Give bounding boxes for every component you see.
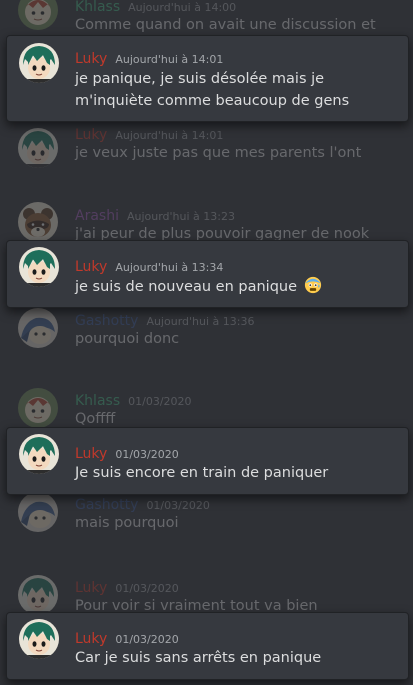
avatar-gashotty[interactable] bbox=[18, 308, 58, 348]
author-name[interactable]: Gashotty bbox=[75, 497, 138, 513]
message-text: je veux juste pas que mes parents l'ont bbox=[75, 145, 362, 161]
highlighted-message-luky-0103-a: Luky 01/03/2020 Je suis encore en train d… bbox=[6, 427, 409, 495]
highlighted-message-luky-1401: Luky Aujourd'hui à 14:01 je panique, je s… bbox=[6, 35, 409, 122]
message-header: Luky 01/03/2020 bbox=[75, 628, 179, 647]
author-name[interactable]: Gashotty bbox=[75, 313, 138, 329]
avatar-luky[interactable] bbox=[18, 128, 58, 168]
message-text: je suis de nouveau en panique bbox=[75, 276, 395, 298]
message-header: Khlass 01/03/2020 bbox=[75, 390, 192, 409]
author-name[interactable]: Khlass bbox=[75, 0, 120, 15]
anxious-face-emoji-icon bbox=[304, 276, 322, 294]
message-header: Luky Aujourd'hui à 13:34 bbox=[75, 256, 223, 275]
message-khlass-0103: Khlass 01/03/2020 Qoffff bbox=[0, 385, 413, 430]
author-name[interactable]: Khlass bbox=[75, 393, 120, 409]
highlighted-message-luky-0103-c: Luky 01/03/2020 Car je suis sans arrêts e… bbox=[6, 612, 409, 680]
timestamp: Aujourd'hui à 13:34 bbox=[115, 261, 224, 274]
avatar-khlass[interactable] bbox=[18, 0, 58, 30]
avatar-arashi[interactable] bbox=[18, 202, 58, 242]
message-header: Khlass Aujourd'hui à 14:00 bbox=[75, 0, 236, 15]
message-text: je panique, je suis désolée mais je m'in… bbox=[75, 68, 395, 112]
timestamp: 01/03/2020 bbox=[115, 448, 179, 461]
message-khlass-1400: Khlass Aujourd'hui à 14:00 Comme quand on… bbox=[0, 0, 413, 38]
timestamp: Aujourd'hui à 13:23 bbox=[126, 210, 235, 223]
author-name[interactable]: Luky bbox=[75, 127, 107, 143]
avatar-luky[interactable] bbox=[18, 575, 58, 615]
avatar-luky[interactable] bbox=[19, 43, 59, 83]
timestamp: 01/03/2020 bbox=[115, 633, 179, 646]
timestamp: 01/03/2020 bbox=[115, 582, 179, 595]
author-name[interactable]: Luky bbox=[75, 580, 107, 596]
message-luky-0103-b: Luky 01/03/2020 Pour voir si vraiment tou… bbox=[0, 572, 413, 617]
message-text: Comme quand on avait une discussion et bbox=[75, 17, 376, 33]
message-line: je panique, je suis désolée mais je bbox=[75, 71, 325, 87]
message-gashotty-0103: Gashotty 01/03/2020 mais pourquoi bbox=[0, 490, 413, 540]
avatar-gashotty[interactable] bbox=[18, 492, 58, 532]
timestamp: Aujourd'hui à 14:01 bbox=[115, 129, 224, 142]
author-name[interactable]: Luky bbox=[75, 51, 107, 67]
message-header: Arashi Aujourd'hui à 13:23 bbox=[75, 205, 235, 224]
message-text: pourquoi donc bbox=[75, 331, 180, 347]
highlighted-message-luky-1334: Luky Aujourd'hui à 13:34 je suis de nouve… bbox=[6, 240, 409, 308]
message-header: Luky 01/03/2020 bbox=[75, 443, 179, 462]
message-text: Car je suis sans arrêts en panique bbox=[75, 650, 322, 666]
avatar-luky[interactable] bbox=[19, 619, 59, 659]
timestamp: Aujourd'hui à 14:00 bbox=[128, 1, 237, 14]
avatar-khlass[interactable] bbox=[18, 388, 58, 428]
message-text: mais pourquoi bbox=[75, 515, 179, 531]
message-header: Luky 01/03/2020 bbox=[75, 577, 179, 596]
message-text: Je suis encore en train de paniquer bbox=[75, 465, 329, 481]
message-header: Luky Aujourd'hui à 14:01 bbox=[75, 124, 223, 143]
author-name[interactable]: Luky bbox=[75, 446, 107, 462]
timestamp: Aujourd'hui à 13:36 bbox=[146, 315, 255, 328]
timestamp: 01/03/2020 bbox=[146, 499, 210, 512]
author-name[interactable]: Luky bbox=[75, 259, 107, 275]
message-header: Luky Aujourd'hui à 14:01 bbox=[75, 48, 223, 67]
message-gashotty-1336: Gashotty Aujourd'hui à 13:36 pourquoi don… bbox=[0, 306, 413, 356]
timestamp: 01/03/2020 bbox=[128, 395, 192, 408]
avatar-luky[interactable] bbox=[19, 434, 59, 474]
avatar-luky[interactable] bbox=[19, 247, 59, 287]
message-arashi-1323: Arashi Aujourd'hui à 13:23 j'ai peur de p… bbox=[0, 200, 413, 245]
author-name[interactable]: Luky bbox=[75, 631, 107, 647]
message-header: Gashotty 01/03/2020 bbox=[75, 494, 210, 513]
message-luky-1401: Luky Aujourd'hui à 14:01 je veux juste pa… bbox=[0, 120, 413, 175]
message-line: je suis de nouveau en panique bbox=[75, 279, 298, 295]
message-header: Gashotty Aujourd'hui à 13:36 bbox=[75, 310, 254, 329]
author-name[interactable]: Arashi bbox=[75, 208, 119, 224]
message-line: m'inquiète comme beaucoup de gens bbox=[75, 93, 350, 109]
timestamp: Aujourd'hui à 14:01 bbox=[115, 53, 224, 66]
